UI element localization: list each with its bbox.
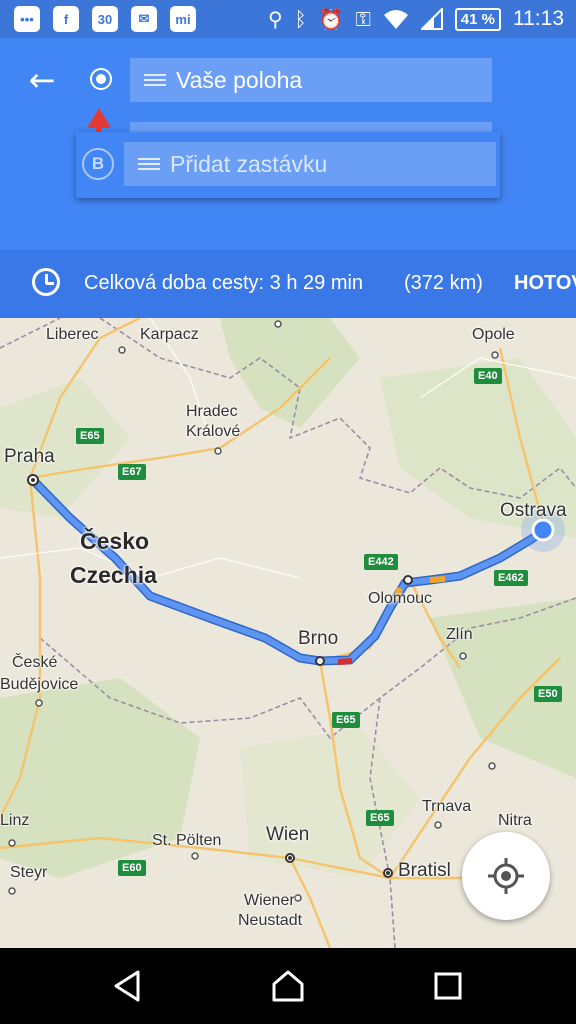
highway-shield: E40 bbox=[474, 368, 502, 384]
battery-indicator: 41 % bbox=[454, 7, 501, 31]
back-arrow-icon[interactable]: ← bbox=[22, 60, 62, 100]
origin-input[interactable]: Vaše poloha bbox=[130, 58, 492, 102]
trip-distance: (372 km) bbox=[404, 272, 483, 294]
highway-shield: E65 bbox=[366, 810, 394, 826]
messenger-icon: ✉ bbox=[131, 6, 157, 32]
recents-icon[interactable] bbox=[428, 966, 468, 1006]
highway-shield: E67 bbox=[118, 464, 146, 480]
destination-input-hidden bbox=[130, 122, 492, 132]
status-time: 11:13 bbox=[513, 7, 564, 30]
clock-icon bbox=[32, 268, 60, 296]
drag-handle-icon[interactable] bbox=[138, 155, 160, 173]
highway-shield: E60 bbox=[118, 860, 146, 876]
alarm-icon: ⏰ bbox=[318, 7, 344, 31]
home-icon[interactable] bbox=[268, 966, 308, 1006]
wifi-icon bbox=[383, 10, 408, 29]
chat-icon: ••• bbox=[14, 6, 40, 32]
highway-shield: E65 bbox=[76, 428, 104, 444]
route-summary-bar: Celková doba cesty: 3 h 29 min (372 km) … bbox=[0, 250, 576, 318]
crosshair-icon bbox=[488, 858, 524, 894]
trip-duration: Celková doba cesty: 3 h 29 min bbox=[84, 272, 364, 294]
city-label: Olomouc bbox=[368, 590, 433, 607]
navigation-bar bbox=[0, 948, 576, 1024]
stop-marker-b-icon: B bbox=[82, 148, 114, 180]
my-location-button[interactable] bbox=[462, 832, 550, 920]
highway-shield: E442 bbox=[364, 554, 398, 570]
country-label: Czechia bbox=[70, 562, 157, 588]
city-label: Linz bbox=[0, 812, 30, 829]
add-stop-placeholder: Přidat zastávku bbox=[170, 150, 328, 177]
city-label: Brno bbox=[298, 628, 339, 649]
add-stop-input[interactable]: Přidat zastávku bbox=[124, 142, 496, 186]
city-label: Liberec bbox=[46, 326, 99, 343]
bluetooth-icon: ᛒ bbox=[294, 7, 307, 31]
city-label: Neustadt bbox=[238, 912, 303, 929]
city-label: Trnava bbox=[422, 798, 472, 815]
mi-icon: mi bbox=[170, 6, 196, 32]
drag-handle-icon[interactable] bbox=[144, 71, 166, 89]
highway-shield: E65 bbox=[332, 712, 360, 728]
city-label: Steyr bbox=[10, 864, 48, 881]
location-icon: ⚲ bbox=[268, 7, 283, 31]
city-label: Zlín bbox=[446, 626, 473, 643]
city-label: Karpacz bbox=[140, 326, 199, 343]
city-label: České bbox=[12, 654, 58, 671]
city-label: St. Pölten bbox=[152, 832, 222, 849]
directions-header: ← Vaše poloha B Přidat zastávku bbox=[0, 38, 576, 250]
city-label: Wien bbox=[266, 824, 310, 845]
city-label: Nitra bbox=[498, 812, 532, 829]
highway-shield: E50 bbox=[534, 686, 562, 702]
calendar-icon: 30 bbox=[92, 6, 118, 32]
done-button[interactable]: HOTOVO bbox=[514, 272, 576, 295]
origin-value: Vaše poloha bbox=[176, 66, 303, 93]
country-label: Česko bbox=[80, 528, 150, 554]
city-label: Praha bbox=[4, 446, 55, 467]
current-location-dot bbox=[531, 518, 555, 542]
origin-marker-icon bbox=[90, 68, 112, 90]
signal-icon bbox=[420, 8, 443, 30]
facebook-icon: f bbox=[53, 6, 79, 32]
city-label: Hradec Králové bbox=[186, 403, 241, 440]
add-stop-card[interactable]: B Přidat zastávku bbox=[76, 132, 500, 198]
city-label: Opole bbox=[472, 326, 515, 343]
city-label: Budějovice bbox=[0, 676, 79, 693]
highway-shield: E462 bbox=[494, 570, 528, 586]
back-icon[interactable] bbox=[108, 966, 148, 1006]
city-label: Ostrava bbox=[500, 500, 567, 521]
status-bar: ••• f 30 ✉ mi ⚲ ᛒ ⏰ ⚿ 41 % 11:13 bbox=[0, 0, 576, 38]
key-icon: ⚿ bbox=[355, 7, 371, 31]
city-label: Wiener bbox=[244, 892, 295, 909]
city-label: Bratisl bbox=[398, 860, 451, 881]
